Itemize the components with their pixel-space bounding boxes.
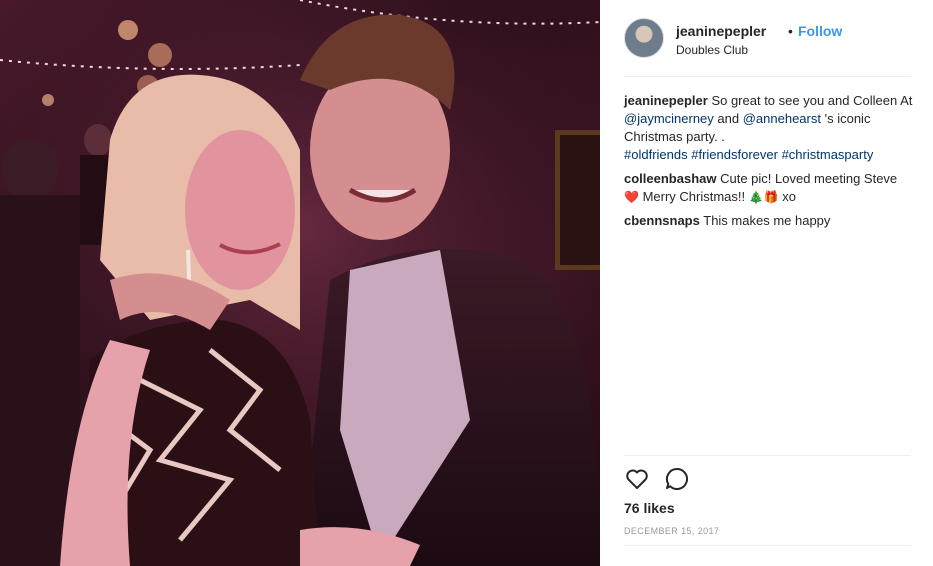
comment-text: This makes me happy	[703, 213, 831, 228]
comment-text: Cute pic! Loved meeting Steve	[720, 171, 898, 186]
hashtag-link[interactable]: #christmasparty	[782, 147, 874, 162]
header-divider	[624, 76, 911, 77]
follow-button[interactable]: Follow	[798, 23, 842, 39]
header-separator: •	[788, 23, 793, 39]
actions-divider	[624, 455, 911, 456]
comments-list: jeaninepepler So great to see you and Co…	[624, 92, 914, 236]
post-date[interactable]: DECEMBER 15, 2017	[624, 526, 719, 536]
comment-username[interactable]: cbennsnaps	[624, 213, 700, 228]
mention-link[interactable]: @jaymcinerney	[624, 111, 714, 126]
post-side-panel: jeaninepepler • Follow Doubles Club jean…	[600, 0, 933, 566]
photo-illustration	[0, 0, 600, 566]
comment-text-3: xo	[782, 189, 797, 204]
comment-username[interactable]: colleenbashaw	[624, 171, 716, 186]
post-photo[interactable]	[0, 0, 600, 566]
heart-emoji: ❤️	[624, 190, 639, 204]
avatar[interactable]	[624, 18, 664, 58]
caption-text-2: and	[717, 111, 740, 126]
comment-item: cbennsnaps This makes me happy	[624, 212, 914, 230]
hashtag-link[interactable]: #friendsforever	[691, 147, 778, 162]
caption-username[interactable]: jeaninepepler	[624, 93, 708, 108]
speech-bubble-icon	[665, 467, 689, 490]
heart-outline-icon	[626, 469, 648, 489]
mention-link[interactable]: @annehearst	[743, 111, 821, 126]
header-username[interactable]: jeaninepepler	[676, 23, 766, 39]
action-bar	[624, 466, 911, 492]
hashtag-link[interactable]: #oldfriends	[624, 147, 688, 162]
location-link[interactable]: Doubles Club	[676, 43, 748, 57]
like-button[interactable]	[624, 466, 650, 492]
likes-count[interactable]: 76 likes	[624, 500, 675, 516]
christmas-tree-emoji: 🎄	[748, 190, 764, 204]
caption: jeaninepepler So great to see you and Co…	[624, 92, 914, 164]
comment-text-2: Merry Christmas!!	[642, 189, 746, 204]
caption-text-1: So great to see you and Colleen At	[711, 93, 913, 108]
footer-divider	[624, 545, 911, 546]
comment-button[interactable]	[664, 466, 690, 492]
comment-item: colleenbashaw Cute pic! Loved meeting St…	[624, 170, 914, 206]
post-header: jeaninepepler • Follow Doubles Club	[624, 18, 911, 62]
gift-emoji: 🎁	[763, 190, 779, 204]
